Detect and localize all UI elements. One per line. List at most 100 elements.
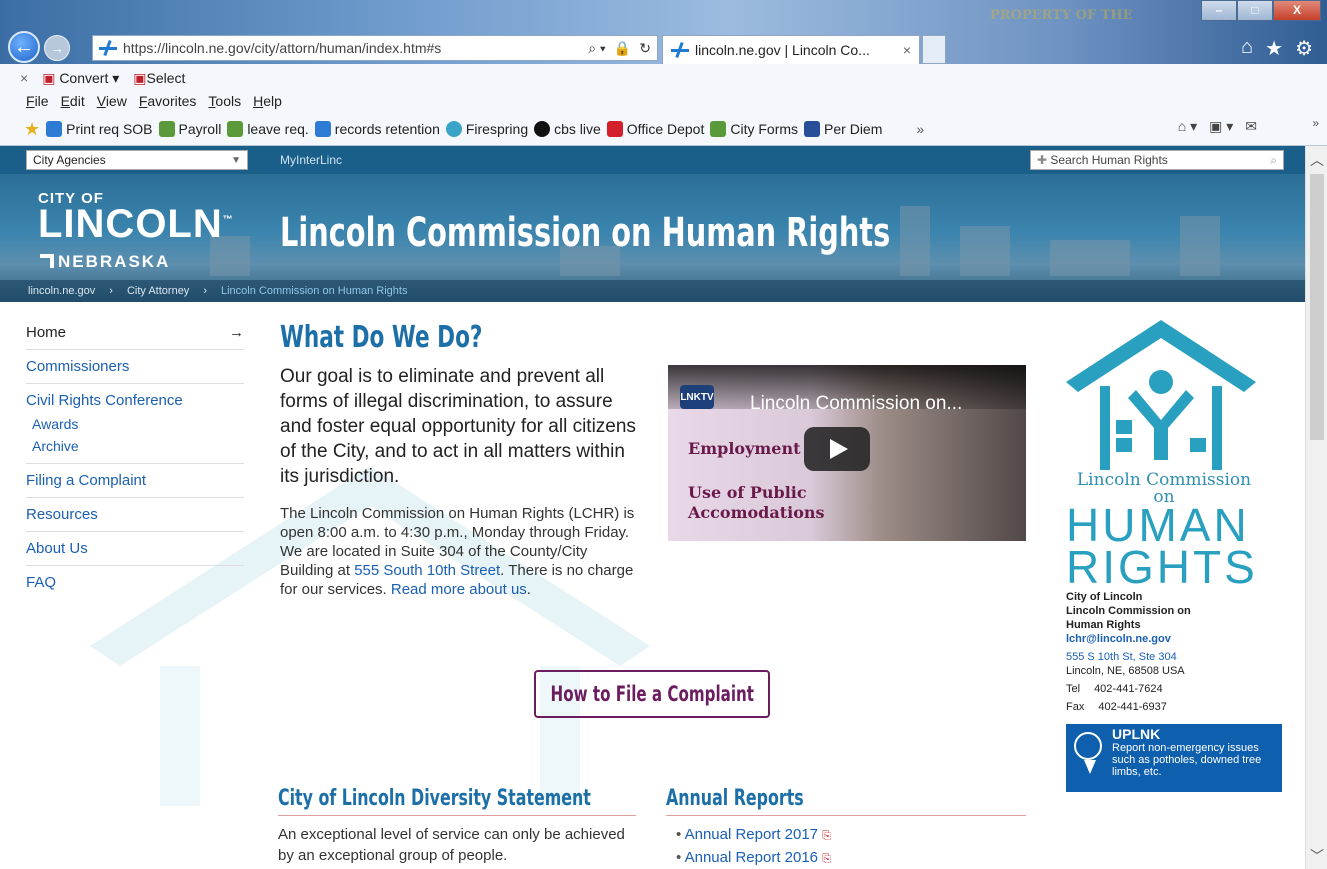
contact-address-city: Lincoln, NE, 68508 USA	[1066, 665, 1185, 677]
fav-firespring[interactable]: Firespring	[445, 121, 528, 137]
select-button[interactable]: ▣Select	[133, 70, 185, 87]
file-complaint-button[interactable]: How to File a Complaint	[534, 670, 770, 718]
breadcrumb-home[interactable]: lincoln.ne.gov	[28, 285, 95, 297]
menu-view[interactable]: View	[97, 93, 127, 109]
video-title[interactable]: Lincoln Commission on...	[750, 393, 962, 415]
nav-about-us[interactable]: About Us	[26, 532, 244, 566]
command-icons: ⌂ ▾ ▣ ▾ ✉	[1178, 118, 1257, 135]
fav-label: Per Diem	[824, 121, 883, 137]
feeds-dropdown-icon[interactable]: ▣ ▾	[1209, 118, 1233, 135]
ie-page-icon	[46, 121, 63, 137]
menu-bar: File Edit View Favorites Tools Help	[0, 90, 1327, 112]
uplnk-banner[interactable]: UPLNK Report non-emergency issues such a…	[1066, 724, 1282, 792]
search-placeholder: Search Human Rights	[1050, 153, 1168, 167]
contact-tel: Tel 402-441-7624	[1066, 682, 1191, 696]
nav-filing-complaint[interactable]: Filing a Complaint	[26, 464, 244, 498]
fav-payroll[interactable]: Payroll	[158, 121, 221, 137]
lock-icon[interactable]: 🔒	[614, 40, 631, 57]
tab-close-icon[interactable]: ×	[903, 42, 919, 58]
folder-image-icon	[710, 121, 727, 137]
scroll-up-icon[interactable]: ︿	[1310, 150, 1324, 170]
minimize-button[interactable]: –	[1201, 0, 1237, 21]
skyline-building	[900, 206, 930, 276]
logo-nebraska: NEBRASKA	[58, 252, 171, 271]
nav-awards[interactable]: Awards	[26, 413, 244, 435]
nav-conference-group: Civil Rights Conference Awards Archive	[26, 384, 244, 464]
window-controls: – □ X	[1201, 0, 1321, 21]
scroll-down-icon[interactable]: ﹀	[1310, 846, 1324, 866]
contact-address-link[interactable]: 555 S 10th St, Ste 304	[1066, 650, 1191, 664]
tab-active[interactable]: lincoln.ne.gov | Lincoln Co... ×	[662, 35, 920, 64]
search-input[interactable]: ✚ Search Human Rights ⌕	[1030, 150, 1284, 170]
menu-tools[interactable]: Tools	[208, 93, 241, 109]
annual-reports-heading: Annual Reports	[666, 786, 1026, 816]
search-icon[interactable]: ⌕	[1270, 153, 1277, 168]
breadcrumb-city-attorney[interactable]: City Attorney	[127, 285, 189, 297]
banner-title: Lincoln Commission on Human Rights	[280, 210, 891, 256]
city-agencies-label: City Agencies	[33, 153, 106, 167]
site-banner: CITY OF LINCOLN™ NEBRASKA Lincoln Commis…	[0, 174, 1305, 302]
city-agencies-select[interactable]: City Agencies ▼	[26, 150, 248, 170]
contact-org-line2: Human Rights	[1066, 619, 1141, 631]
nav-civil-rights-conference[interactable]: Civil Rights Conference	[26, 384, 244, 413]
scroll-thumb[interactable]	[1310, 174, 1324, 440]
logo-lincoln[interactable]: LINCOLN™	[38, 202, 234, 247]
left-navigation: Home → Commissioners Civil Rights Confere…	[26, 316, 244, 599]
myinterlinc-link[interactable]: MyInterLinc	[280, 153, 342, 167]
close-window-button[interactable]: X	[1273, 0, 1321, 21]
fav-per-diem[interactable]: Per Diem	[804, 121, 882, 137]
settings-gear-icon[interactable]: ⚙	[1295, 36, 1313, 61]
favorites-overflow-icon[interactable]: »	[916, 121, 924, 137]
read-more-link[interactable]: Read more about us	[391, 581, 527, 598]
address-bar[interactable]: https://lincoln.ne.gov/city/attorn/human…	[92, 35, 658, 61]
add-favorites-icon[interactable]: ★	[24, 119, 40, 140]
video-player[interactable]: LNKTV Lincoln Commission on... Employmen…	[668, 365, 1026, 541]
skyline-building	[960, 226, 1010, 276]
url-text[interactable]: https://lincoln.ne.gov/city/attorn/human…	[123, 40, 582, 56]
back-button[interactable]: ←	[8, 31, 40, 63]
folder-image-icon	[227, 121, 244, 137]
convert-button[interactable]: ▣ Convert ▾	[42, 70, 119, 87]
mail-icon[interactable]: ✉	[1245, 118, 1257, 135]
annual-report-2017-link[interactable]: Annual Report 2017	[685, 826, 818, 843]
contact-email-link[interactable]: lchr@lincoln.ne.gov	[1066, 632, 1191, 646]
nav-archive[interactable]: Archive	[26, 435, 244, 457]
favorites-star-icon[interactable]: ★	[1265, 36, 1283, 61]
maximize-button[interactable]: □	[1237, 0, 1273, 21]
fav-office-depot[interactable]: Office Depot	[606, 121, 704, 137]
address-link[interactable]: 555 South 10th Street	[354, 562, 500, 579]
home-icon[interactable]: ⌂	[1241, 36, 1253, 61]
diversity-heading-text: City of Lincoln Diversity Statement	[278, 786, 591, 811]
menu-favorites[interactable]: Favorites	[139, 93, 197, 109]
forward-button[interactable]: →	[44, 35, 70, 61]
lchr-rights-text: RIGHTS	[1066, 541, 1258, 593]
nav-home[interactable]: Home →	[26, 316, 244, 350]
fav-cbs-live[interactable]: cbs live	[534, 121, 601, 137]
annual-report-2016-link[interactable]: Annual Report 2016	[685, 849, 818, 866]
fav-records-retention[interactable]: records retention	[314, 121, 440, 137]
fav-print-req-sob[interactable]: Print req SOB	[46, 121, 153, 137]
nav-faq[interactable]: FAQ	[26, 566, 244, 599]
tab-favicon-icon	[671, 42, 689, 58]
breadcrumb-separator-icon: ›	[203, 285, 207, 297]
menu-edit[interactable]: Edit	[61, 93, 85, 109]
toolbar-overflow-icon[interactable]: »	[1312, 116, 1319, 130]
vertical-scrollbar[interactable]: ︿ ﹀	[1305, 146, 1327, 869]
nav-resources[interactable]: Resources	[26, 498, 244, 532]
video-text-use-of-public: Use of Public	[688, 483, 807, 502]
play-button-icon[interactable]	[804, 427, 870, 471]
breadcrumb: lincoln.ne.gov › City Attorney › Lincoln…	[0, 280, 1305, 302]
nav-commissioners[interactable]: Commissioners	[26, 350, 244, 384]
search-dropdown-icon[interactable]: ⌕ ▾	[588, 40, 606, 57]
fav-leave-req[interactable]: leave req.	[227, 121, 309, 137]
favorites-bar: ★ Print req SOB Payroll leave req. recor…	[0, 114, 1327, 144]
refresh-icon[interactable]: ↻	[639, 40, 651, 57]
menu-file[interactable]: File	[26, 93, 49, 109]
uplnk-title: UPLNK	[1112, 726, 1161, 742]
new-tab-button[interactable]	[922, 35, 946, 64]
fav-city-forms[interactable]: City Forms	[710, 121, 798, 137]
home-dropdown-icon[interactable]: ⌂ ▾	[1178, 118, 1197, 135]
menu-help[interactable]: Help	[253, 93, 282, 109]
pdf-icon: ⎘	[822, 853, 832, 865]
close-toolbar-icon[interactable]: ×	[20, 70, 28, 86]
